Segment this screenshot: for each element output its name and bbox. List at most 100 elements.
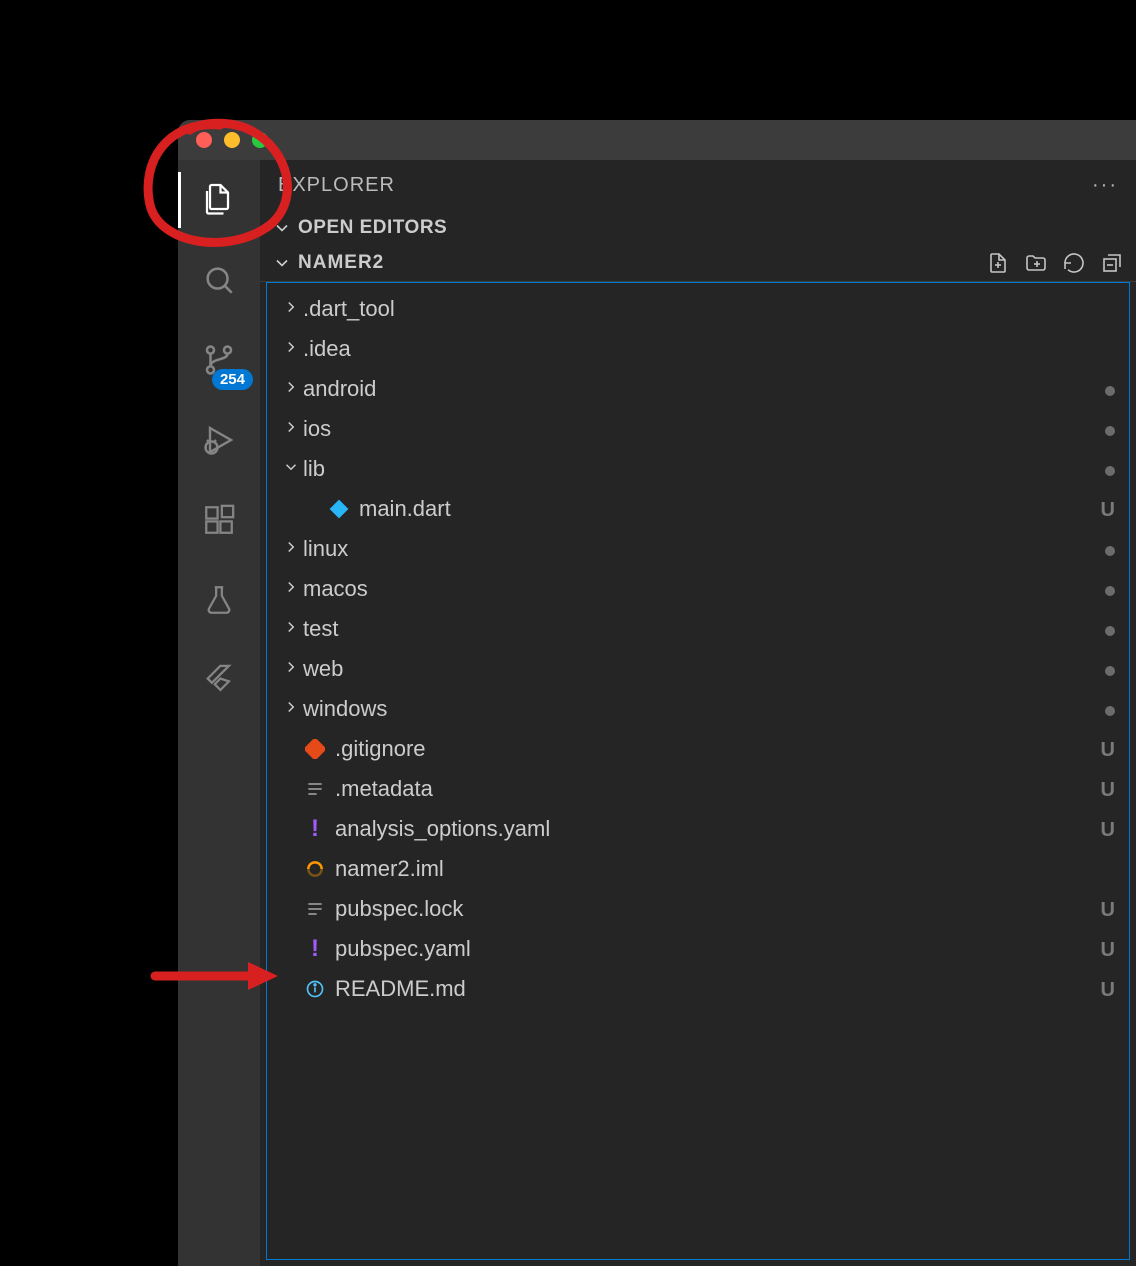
- folder-item[interactable]: android: [267, 369, 1129, 409]
- run-debug-tab[interactable]: [195, 416, 243, 464]
- window-body: 254 EXPLORER ··· OPEN EDITORS: [178, 160, 1136, 1266]
- scm-badge: 254: [212, 369, 253, 390]
- folder-item[interactable]: linux: [267, 529, 1129, 569]
- activity-bar: 254: [178, 160, 260, 1266]
- tree-item-label: .metadata: [335, 776, 1091, 802]
- refresh-icon[interactable]: [1062, 251, 1086, 275]
- status-indicator: [1091, 376, 1115, 402]
- status-indicator: [1091, 656, 1115, 682]
- chevron-right-icon: [279, 416, 303, 442]
- sidebar-more-button[interactable]: ···: [1092, 174, 1118, 197]
- chevron-right-icon: [279, 576, 303, 602]
- folder-item[interactable]: windows: [267, 689, 1129, 729]
- folder-name: NAMER2: [298, 252, 384, 274]
- tree-item-label: README.md: [335, 976, 1091, 1002]
- file-item[interactable]: namer2.iml: [267, 849, 1129, 889]
- file-tree: .dart_tool.ideaandroidioslibmain.dartUli…: [266, 282, 1130, 1260]
- tree-item-label: lib: [303, 456, 1091, 482]
- folder-section-header[interactable]: NAMER2: [260, 245, 1136, 282]
- status-indicator: [1091, 616, 1115, 642]
- file-item[interactable]: ! pubspec.yamlU: [267, 929, 1129, 969]
- chevron-right-icon: [279, 296, 303, 322]
- tree-item-label: ios: [303, 416, 1091, 442]
- chevron-right-icon: [279, 616, 303, 642]
- play-bug-icon: [201, 422, 237, 458]
- status-indicator: [1091, 576, 1115, 602]
- flutter-icon: [202, 663, 236, 697]
- extensions-tab[interactable]: [195, 496, 243, 544]
- explorer-tab[interactable]: [195, 176, 243, 224]
- file-item[interactable]: README.mdU: [267, 969, 1129, 1009]
- chevron-right-icon: [279, 536, 303, 562]
- file-item[interactable]: !analysis_options.yamlU: [267, 809, 1129, 849]
- open-editors-section[interactable]: OPEN EDITORS: [260, 211, 1136, 245]
- chevron-down-icon: [272, 218, 292, 238]
- tree-item-label: android: [303, 376, 1091, 402]
- status-indicator: U: [1091, 736, 1115, 762]
- folder-item[interactable]: web: [267, 649, 1129, 689]
- folder-item[interactable]: .idea: [267, 329, 1129, 369]
- status-indicator: [1091, 696, 1115, 722]
- tree-item-label: .idea: [303, 336, 1091, 362]
- close-window-button[interactable]: [196, 132, 212, 148]
- chevron-right-icon: [279, 696, 303, 722]
- folder-item[interactable]: ios: [267, 409, 1129, 449]
- tree-item-label: pubspec.lock: [335, 896, 1091, 922]
- folder-item[interactable]: .dart_tool: [267, 289, 1129, 329]
- dart-icon: [327, 499, 351, 519]
- lines-icon: [303, 899, 327, 919]
- vscode-window: 254 EXPLORER ··· OPEN EDITORS: [178, 120, 1136, 1266]
- tree-item-label: .dart_tool: [303, 296, 1091, 322]
- lines-icon: [303, 779, 327, 799]
- folder-actions: [986, 251, 1124, 275]
- status-indicator: U: [1091, 936, 1115, 962]
- status-indicator: U: [1091, 816, 1115, 842]
- tree-item-label: web: [303, 656, 1091, 682]
- tree-item-label: .gitignore: [335, 736, 1091, 762]
- chevron-down-icon: [272, 253, 292, 273]
- tree-item-label: main.dart: [359, 496, 1091, 522]
- source-control-tab[interactable]: 254: [195, 336, 243, 384]
- status-indicator: U: [1091, 976, 1115, 1002]
- yaml-icon: !: [303, 935, 327, 963]
- file-item[interactable]: .gitignoreU: [267, 729, 1129, 769]
- maximize-window-button[interactable]: [252, 132, 268, 148]
- flutter-tab[interactable]: [195, 656, 243, 704]
- titlebar: [178, 120, 1136, 160]
- minimize-window-button[interactable]: [224, 132, 240, 148]
- file-item[interactable]: pubspec.lockU: [267, 889, 1129, 929]
- tree-item-label: windows: [303, 696, 1091, 722]
- folder-item[interactable]: macos: [267, 569, 1129, 609]
- files-icon: [201, 182, 237, 218]
- chevron-right-icon: [279, 376, 303, 402]
- tree-item-label: linux: [303, 536, 1091, 562]
- collapse-all-icon[interactable]: [1100, 251, 1124, 275]
- new-file-icon[interactable]: [986, 251, 1010, 275]
- file-item[interactable]: .metadataU: [267, 769, 1129, 809]
- open-editors-label: OPEN EDITORS: [298, 217, 447, 239]
- search-tab[interactable]: [195, 256, 243, 304]
- search-icon: [202, 263, 236, 297]
- status-indicator: U: [1091, 776, 1115, 802]
- testing-tab[interactable]: [195, 576, 243, 624]
- status-indicator: [1091, 456, 1115, 482]
- status-indicator: U: [1091, 496, 1115, 522]
- chevron-down-icon: [279, 456, 303, 482]
- file-item[interactable]: main.dartU: [267, 489, 1129, 529]
- status-indicator: [1091, 416, 1115, 442]
- tree-item-label: macos: [303, 576, 1091, 602]
- explorer-sidebar: EXPLORER ··· OPEN EDITORS NAMER2: [260, 160, 1136, 1266]
- folder-item[interactable]: lib: [267, 449, 1129, 489]
- tree-item-label: test: [303, 616, 1091, 642]
- chevron-right-icon: [279, 336, 303, 362]
- folder-item[interactable]: test: [267, 609, 1129, 649]
- yaml-icon: !: [303, 815, 327, 843]
- git-icon: [303, 739, 327, 759]
- new-folder-icon[interactable]: [1024, 251, 1048, 275]
- flask-icon: [202, 583, 236, 617]
- tree-item-label: pubspec.yaml: [335, 936, 1091, 962]
- tree-item-label: namer2.iml: [335, 856, 1091, 882]
- iml-icon: [303, 859, 327, 879]
- info-icon: [303, 979, 327, 999]
- status-indicator: U: [1091, 896, 1115, 922]
